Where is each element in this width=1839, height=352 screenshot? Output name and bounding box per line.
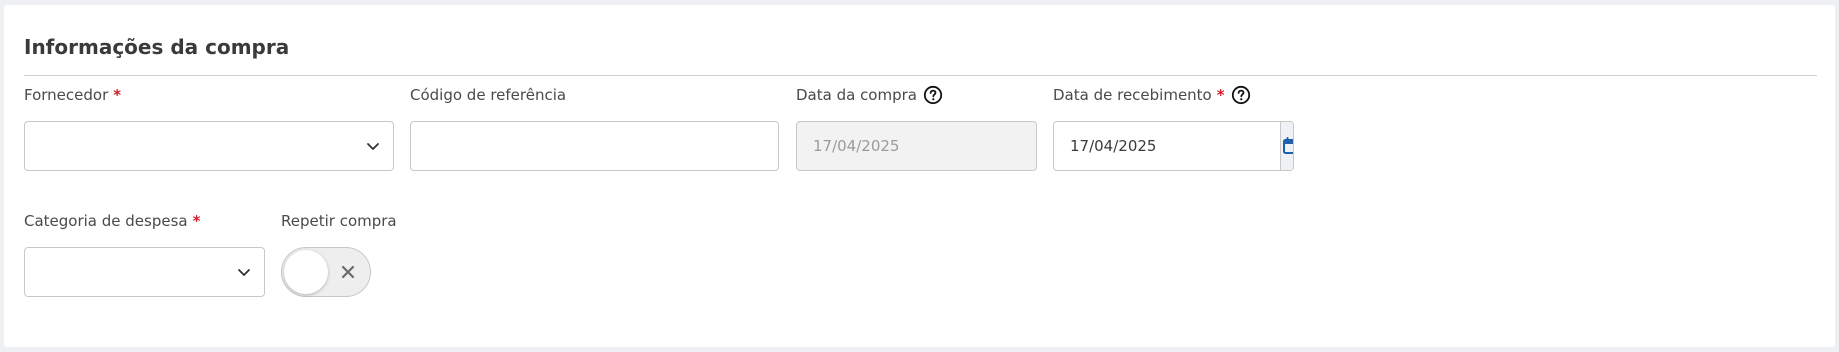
- receipt-date-label-row: Data de recebimento *: [1053, 82, 1251, 108]
- question-circle-icon[interactable]: [1231, 85, 1251, 105]
- purchase-info-card: Informações da compra Fornecedor * Códig…: [4, 5, 1835, 347]
- expense-category-field: Categoria de despesa *: [24, 208, 200, 234]
- supplier-select[interactable]: [24, 121, 394, 171]
- section-title: Informações da compra: [24, 35, 290, 59]
- chevron-down-icon: [367, 143, 379, 150]
- receipt-date-input[interactable]: [1054, 122, 1280, 170]
- repeat-purchase-label: Repetir compra: [281, 212, 397, 230]
- repeat-purchase-toggle[interactable]: [281, 247, 371, 297]
- supplier-field: Fornecedor *: [24, 82, 121, 108]
- reference-code-input[interactable]: [410, 121, 779, 171]
- section-divider: [24, 75, 1817, 76]
- expense-category-select[interactable]: [24, 247, 265, 297]
- supplier-label-row: Fornecedor *: [24, 82, 121, 108]
- repeat-purchase-label-row: Repetir compra: [281, 208, 397, 234]
- required-mark: *: [113, 86, 122, 104]
- expense-category-label-row: Categoria de despesa *: [24, 208, 200, 234]
- reference-code-field: Código de referência: [410, 82, 566, 108]
- purchase-date-field: Data da compra: [796, 82, 943, 108]
- purchase-date-label: Data da compra: [796, 86, 917, 104]
- reference-code-label-row: Código de referência: [410, 82, 566, 108]
- chevron-down-icon: [238, 269, 250, 276]
- purchase-date-input: [796, 121, 1037, 171]
- required-mark: *: [1216, 86, 1225, 104]
- calendar-icon: [1283, 137, 1293, 154]
- receipt-date-label: Data de recebimento: [1053, 86, 1212, 104]
- expense-category-label: Categoria de despesa: [24, 212, 188, 230]
- calendar-button[interactable]: [1280, 122, 1293, 170]
- receipt-date-field: Data de recebimento *: [1053, 82, 1251, 108]
- receipt-date-group: [1053, 121, 1294, 171]
- required-mark: *: [192, 212, 201, 230]
- repeat-purchase-field: Repetir compra: [281, 208, 397, 234]
- reference-code-label: Código de referência: [410, 86, 567, 104]
- supplier-label: Fornecedor: [24, 86, 109, 104]
- purchase-date-label-row: Data da compra: [796, 82, 943, 108]
- question-circle-icon[interactable]: [923, 85, 943, 105]
- close-icon: [341, 265, 355, 279]
- toggle-knob: [284, 250, 328, 294]
